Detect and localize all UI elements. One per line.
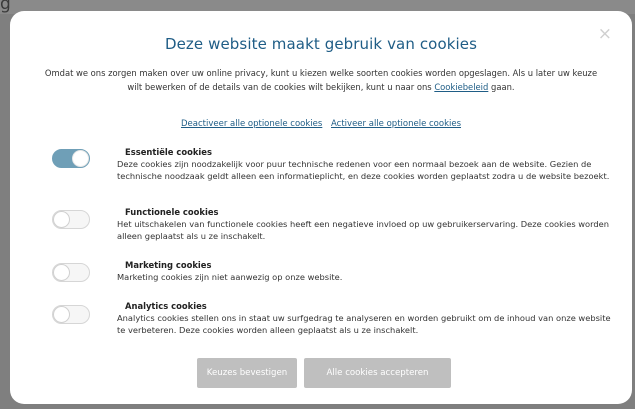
cookie-policy-link[interactable]: Cookiebeleid xyxy=(434,82,488,92)
intro-text: Omdat we ons zorgen maken over uw online… xyxy=(40,67,602,94)
category-description: Het uitschakelen van functionele cookies… xyxy=(117,218,610,241)
functional-toggle[interactable] xyxy=(52,210,90,229)
marketing-toggle[interactable] xyxy=(52,263,90,282)
bulk-toggle-links: Deactiveer alle optionele cookies Active… xyxy=(10,119,632,129)
deactivate-optional-link[interactable]: Deactiveer alle optionele cookies xyxy=(181,119,322,129)
category-description: Analytics cookies stellen ons in staat u… xyxy=(117,312,611,335)
analytics-toggle[interactable] xyxy=(52,305,90,324)
toggle-knob xyxy=(72,150,89,167)
dialog-title: Deze website maakt gebruik van cookies xyxy=(164,35,478,53)
essential-toggle[interactable] xyxy=(52,149,90,168)
category-text: Analytics cookies Analytics cookies stel… xyxy=(117,301,616,336)
category-title: Marketing cookies xyxy=(125,260,212,270)
cookie-consent-dialog: × Deze website maakt gebruik van cookies… xyxy=(10,11,632,404)
confirm-choices-button[interactable]: Keuzes bevestigen xyxy=(197,358,297,388)
category-description: Marketing cookies zijn niet aanwezig op … xyxy=(117,271,343,282)
category-text: Functionele cookies Het uitschakelen van… xyxy=(117,207,616,242)
toggle-knob xyxy=(53,306,70,323)
toggle-knob xyxy=(53,211,70,228)
toggle-knob xyxy=(53,264,70,281)
category-text: Marketing cookies Marketing cookies zijn… xyxy=(117,260,616,284)
category-text: Essentiële cookies Deze cookies zijn noo… xyxy=(117,147,616,182)
category-title: Functionele cookies xyxy=(125,207,219,217)
background-heading: g xyxy=(0,0,11,14)
activate-optional-link[interactable]: Activeer alle optionele cookies xyxy=(331,119,461,129)
category-title: Essentiële cookies xyxy=(125,147,212,157)
category-description: Deze cookies zijn noodzakelijk voor puur… xyxy=(117,158,610,181)
accept-all-cookies-button[interactable]: Alle cookies accepteren xyxy=(304,358,451,388)
category-title: Analytics cookies xyxy=(125,301,207,311)
intro-text-suffix: gaan. xyxy=(488,81,515,92)
